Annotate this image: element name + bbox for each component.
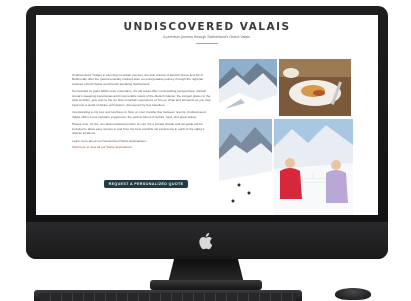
keyboard	[34, 290, 302, 301]
intro-paragraph: Incorporating a city tour and luncheon i…	[72, 110, 206, 119]
intro-paragraph: Surrounded by giant 4000 meter mountains…	[72, 89, 211, 107]
screen-webpage: UNDISCOVERED VALAIS A premium journey th…	[36, 15, 378, 215]
ski-slope-image	[219, 119, 272, 215]
apple-logo-icon	[199, 232, 215, 250]
gourmet-dish-image	[279, 59, 351, 116]
skiers-terrace-image	[274, 119, 353, 215]
intro-paragraph: Undiscovered, hidden in stunning mountai…	[72, 73, 203, 86]
swiss-destinations-link[interactable]: Click here to view all our Swiss destina…	[72, 145, 212, 149]
snowy-mountain-image	[219, 59, 277, 116]
mouse	[335, 288, 371, 300]
request-quote-button[interactable]: REQUEST A PERSONALIZED QUOTE	[104, 180, 188, 188]
page-subtitle: A premium journey through Switzerland's …	[163, 35, 251, 39]
imac-stand-base	[150, 280, 262, 290]
title-divider	[196, 43, 218, 44]
intro-paragraph: Please note, for the non-ski/snowboard p…	[72, 122, 205, 136]
intro-paragraph: Learn more about our hand-picked Swiss d…	[72, 138, 147, 143]
page-title: UNDISCOVERED VALAIS	[123, 21, 291, 33]
intro-text-column: Undiscovered, hidden in stunning mountai…	[72, 73, 212, 155]
